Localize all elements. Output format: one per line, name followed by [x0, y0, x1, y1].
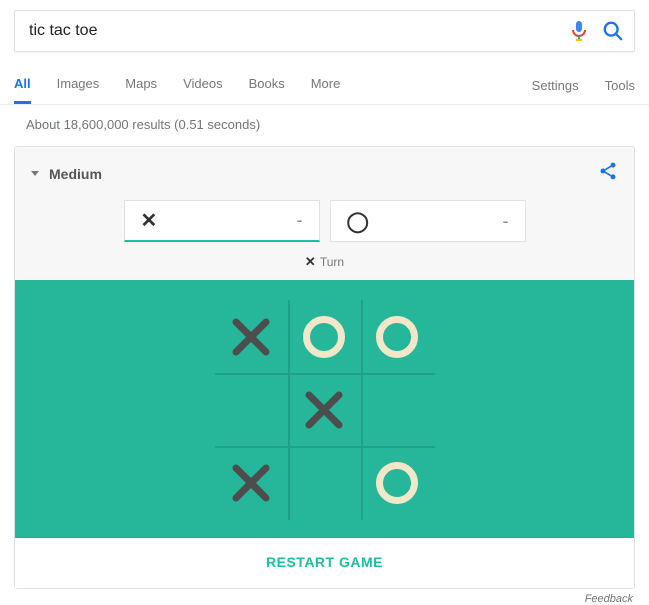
- board-cell-1-0[interactable]: [215, 373, 288, 446]
- tab-settings[interactable]: Settings: [532, 68, 579, 103]
- o-icon: [376, 316, 418, 358]
- board-cell-0-2: [361, 300, 434, 373]
- board-cell-0-1: [288, 300, 361, 373]
- restart-button[interactable]: RESTART GAME: [266, 554, 383, 570]
- result-stats: About 18,600,000 results (0.51 seconds): [0, 105, 649, 146]
- tab-all[interactable]: All: [14, 66, 31, 104]
- board-cell-2-0: [215, 446, 288, 519]
- turn-label: Turn: [320, 255, 344, 269]
- feedback-link[interactable]: Feedback: [0, 589, 649, 605]
- turn-mark-icon: ✕: [305, 254, 316, 269]
- mic-icon[interactable]: [570, 20, 588, 42]
- board-wrap: [15, 280, 634, 538]
- tab-videos[interactable]: Videos: [183, 66, 223, 104]
- board-cell-2-1[interactable]: [288, 446, 361, 519]
- score-box-x[interactable]: ✕ -: [124, 200, 320, 242]
- game-board: [215, 300, 435, 520]
- turn-indicator: ✕ Turn: [15, 248, 634, 280]
- game-card: Medium ✕ - ◯ - ✕ Turn RESTART GAME: [14, 146, 635, 589]
- difficulty-label: Medium: [49, 166, 102, 182]
- board-cell-2-2: [361, 446, 434, 519]
- restart-row: RESTART GAME: [15, 538, 634, 588]
- search-bar: [14, 10, 635, 52]
- tab-books[interactable]: Books: [249, 66, 285, 104]
- search-icon[interactable]: [602, 20, 624, 42]
- x-mark-icon: ✕: [141, 208, 158, 233]
- x-icon: [303, 389, 345, 431]
- o-icon: [376, 462, 418, 504]
- share-icon[interactable]: [598, 161, 618, 186]
- x-icon: [230, 316, 272, 358]
- board-cell-1-2[interactable]: [361, 373, 434, 446]
- score-box-o[interactable]: ◯ -: [330, 200, 526, 242]
- tab-images[interactable]: Images: [57, 66, 100, 104]
- tab-more[interactable]: More: [311, 66, 341, 104]
- score-x: -: [297, 210, 303, 231]
- board-cell-0-0: [215, 300, 288, 373]
- o-mark-icon: ◯: [347, 209, 369, 234]
- board-cell-1-1: [288, 373, 361, 446]
- difficulty-dropdown[interactable]: Medium: [31, 166, 102, 182]
- chevron-down-icon: [31, 171, 39, 176]
- search-input[interactable]: [29, 22, 562, 40]
- x-icon: [230, 462, 272, 504]
- tab-tools[interactable]: Tools: [605, 68, 635, 103]
- score-o: -: [503, 211, 509, 232]
- tabs-row: All Images Maps Videos Books More Settin…: [0, 66, 649, 105]
- tab-maps[interactable]: Maps: [125, 66, 157, 104]
- o-icon: [303, 316, 345, 358]
- score-row: ✕ - ◯ -: [15, 200, 634, 248]
